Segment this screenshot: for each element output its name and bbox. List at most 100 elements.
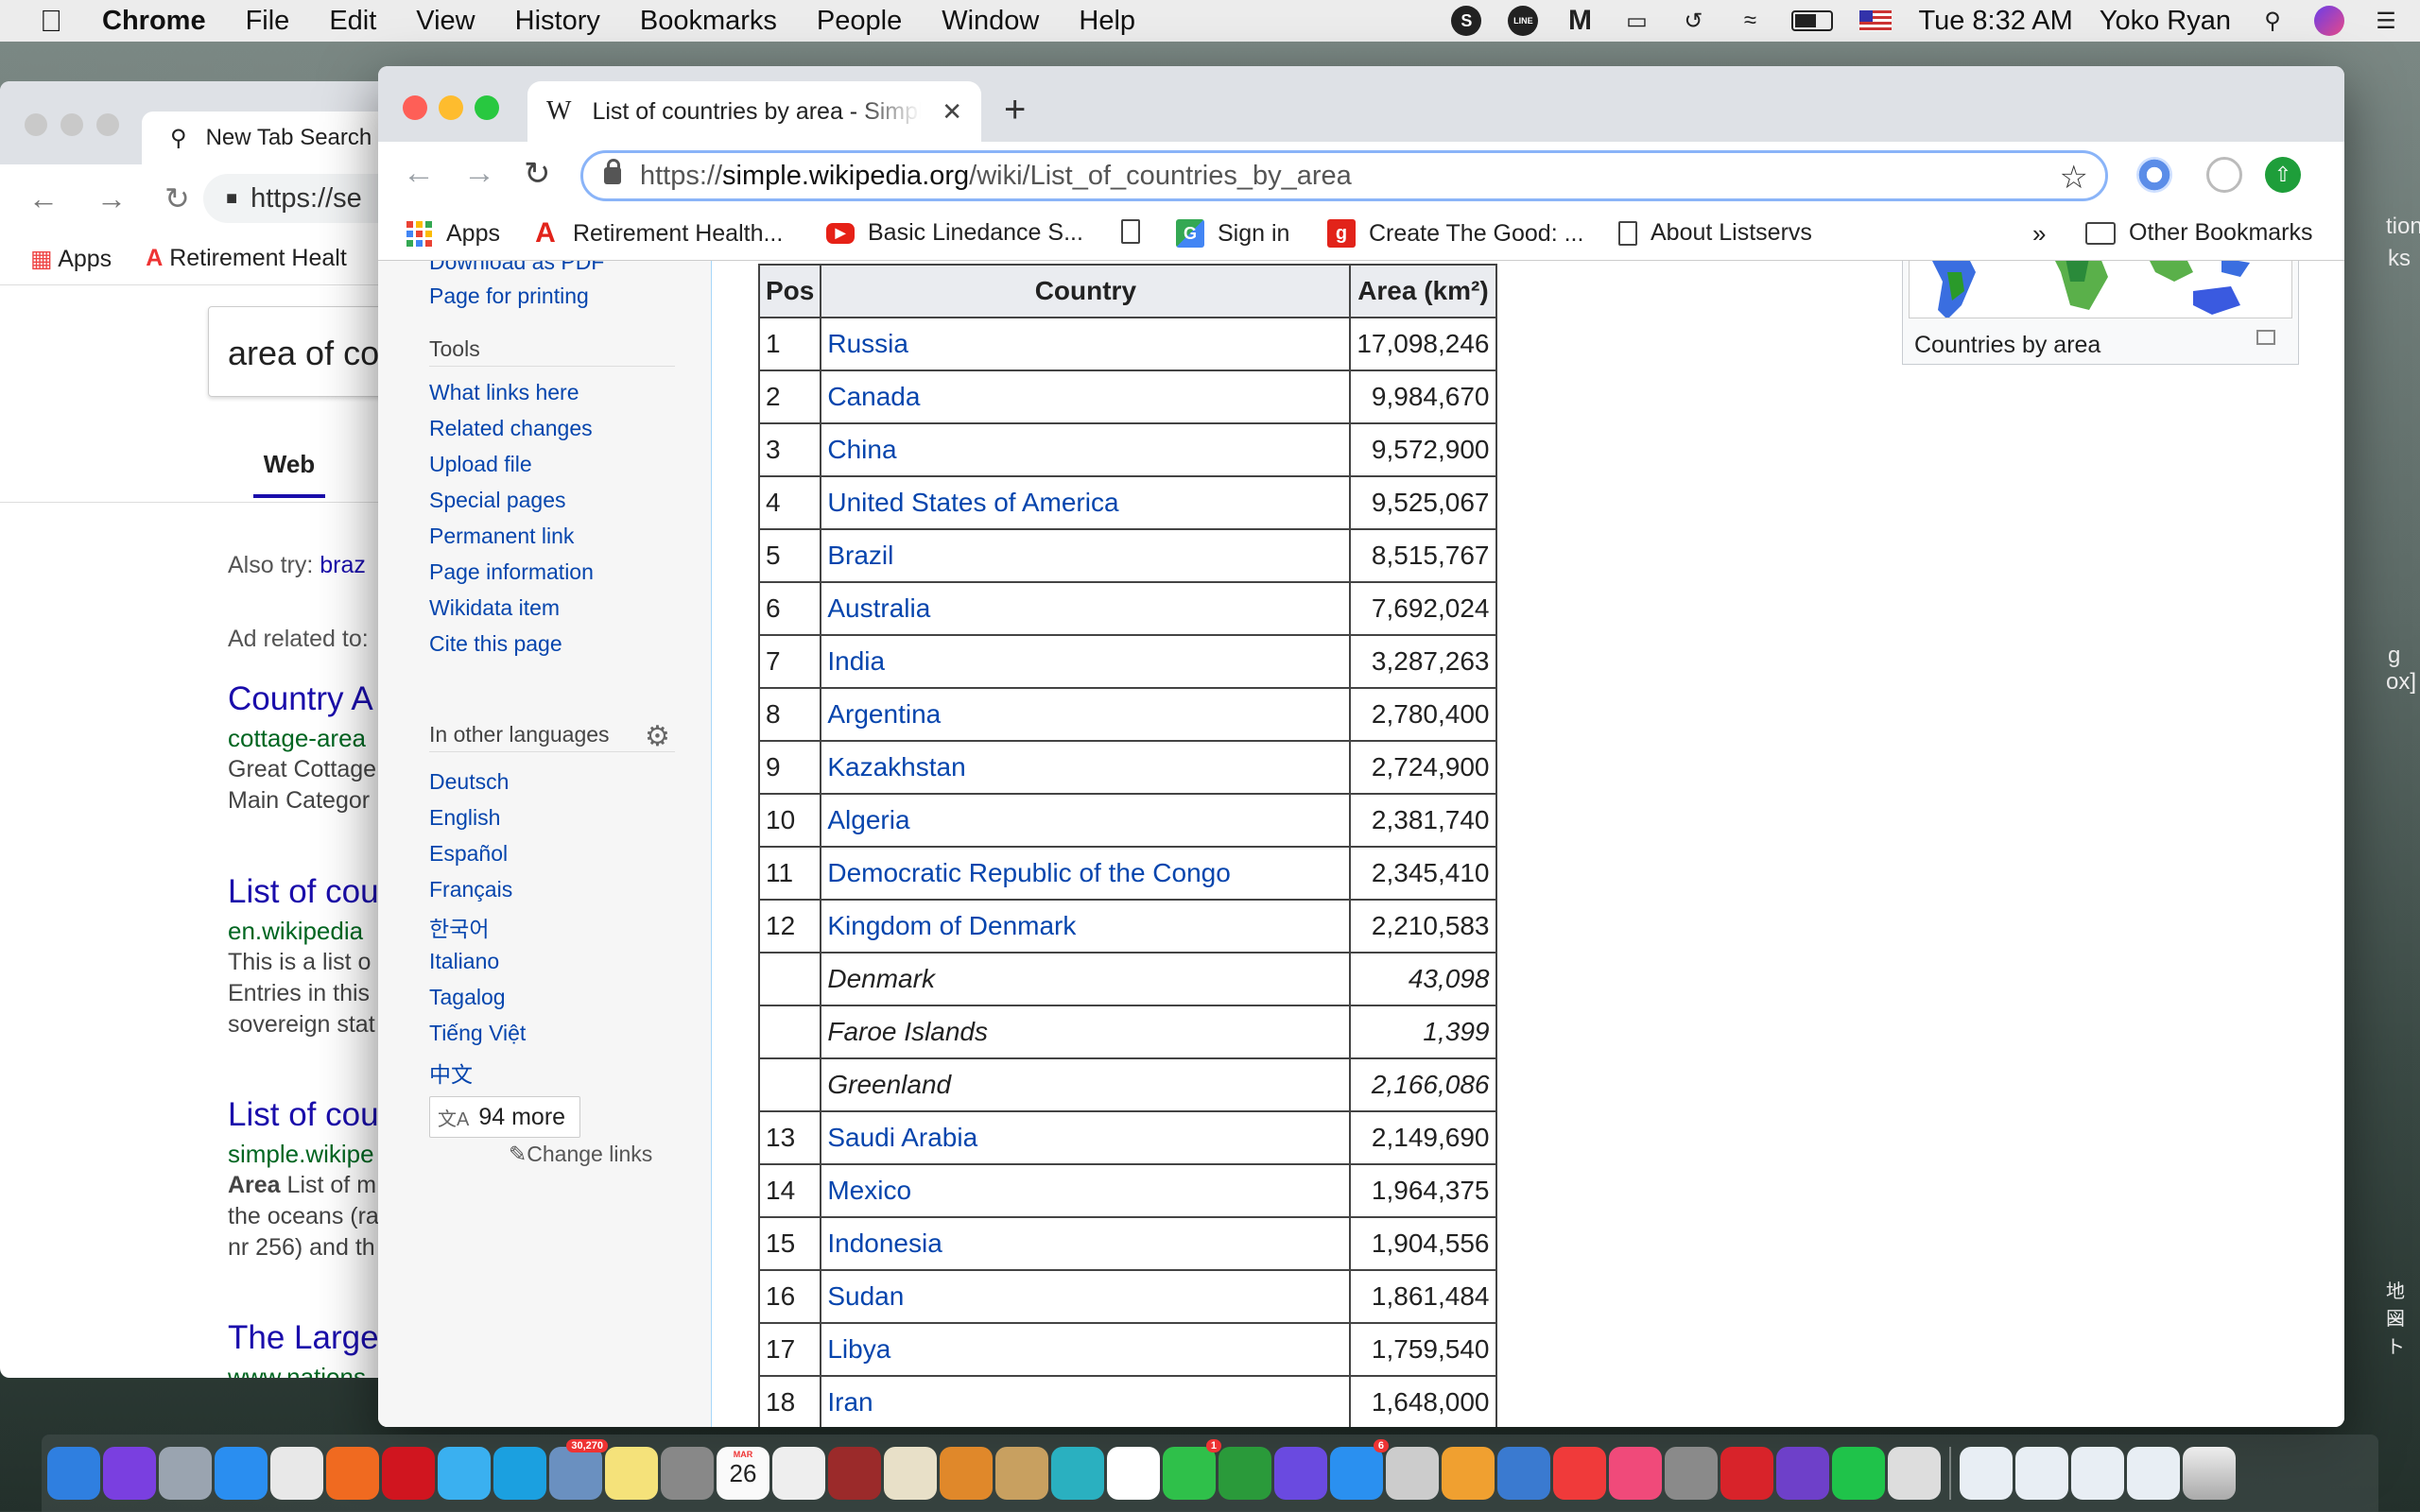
documents-stack-icon[interactable] [2015,1447,2068,1500]
sidebar-link-what-links-here[interactable]: What links here [429,380,579,405]
calendar-dock-icon[interactable]: MAR 26 [717,1447,769,1500]
sidebar-link-related-changes[interactable]: Related changes [429,416,593,441]
sublime-dock-icon[interactable] [940,1447,993,1500]
opera-dock-icon[interactable] [382,1447,435,1500]
skype-dock-icon[interactable] [493,1447,546,1500]
result-title[interactable]: List of cou [228,1096,379,1134]
zoom-window-button[interactable] [475,95,499,120]
malwarebytes-icon[interactable]: M [1564,5,1595,36]
menu-edit[interactable]: Edit [309,6,396,37]
profile-avatar-icon[interactable] [2206,157,2242,193]
github-dock-icon[interactable] [1776,1447,1829,1500]
bg-zoom-button[interactable] [96,113,119,136]
pdf-dock-icon[interactable] [1720,1447,1773,1500]
menu-window[interactable]: Window [922,6,1059,37]
update-arrow-icon[interactable]: ⇧ [2265,157,2301,193]
menu-help[interactable]: Help [1059,6,1155,37]
menubar-user[interactable]: Yoko Ryan [2100,6,2231,37]
sidebar-link-cite-this-page[interactable]: Cite this page [429,631,562,657]
notability-dock-icon[interactable] [1051,1447,1104,1500]
sidebar-link-download-pdf[interactable]: Download as PDF [429,261,604,275]
safari-dock-icon[interactable] [215,1447,268,1500]
minimize-window-button[interactable] [439,95,463,120]
gear-icon[interactable]: ⚙ [645,720,670,753]
country-link[interactable]: Saudi Arabia [827,1123,977,1152]
desktop-stack-icon[interactable] [2071,1447,2124,1500]
forward-arrow-icon[interactable]: → [96,181,127,216]
reload-button[interactable]: ↻ [524,155,551,193]
menu-history[interactable]: History [495,6,620,37]
column-header-country[interactable]: Country [820,264,1352,318]
country-link[interactable]: China [827,435,896,464]
facetime-dock-icon[interactable]: 1 [1163,1439,1221,1500]
airplay-icon[interactable]: ▭ [1621,6,1651,36]
preview-dock-icon[interactable] [884,1447,937,1500]
siri-icon[interactable] [2314,6,2344,36]
apple-menu-icon[interactable]:  [0,4,102,39]
menu-people[interactable]: People [797,6,922,37]
country-link[interactable]: Kazakhstan [827,752,965,782]
result-title[interactable]: List of cou [228,873,379,911]
sidebar-lang-chinese[interactable]: 中文 [429,1057,473,1089]
battery-icon[interactable] [1791,10,1834,31]
line-status-icon[interactable]: LINE [1508,6,1539,36]
sidebar-lang-english[interactable]: English [429,805,500,831]
books-dock-icon[interactable] [995,1447,1048,1500]
chrome-dock-icon[interactable] [270,1447,323,1500]
sidebar-link-upload-file[interactable]: Upload file [429,452,532,477]
wifi-icon[interactable]: ≈ [1735,6,1765,36]
firefox-dock-icon[interactable] [326,1447,379,1500]
system-preferences-dock-icon[interactable] [1665,1447,1718,1500]
column-header-area[interactable]: Area (km²) [1349,264,1497,318]
sidebar-link-permanent-link[interactable]: Permanent link [429,524,574,549]
new-tab-button[interactable]: + [1004,89,1026,131]
menu-bookmarks[interactable]: Bookmarks [620,6,797,37]
extension-icon[interactable] [2136,157,2172,193]
bookmark-retirement-health[interactable]: A Retirement Health... [531,217,783,249]
notes-dock-icon[interactable] [605,1447,658,1500]
tab-list-of-countries[interactable]: W List of countries by area - Simple Eng… [527,81,981,142]
country-link[interactable]: Algeria [827,805,909,834]
close-window-button[interactable] [403,95,427,120]
menu-view[interactable]: View [396,6,494,37]
sidebar-link-special-pages[interactable]: Special pages [429,488,566,513]
column-header-pos[interactable]: Pos [757,264,822,318]
country-link[interactable]: Russia [827,329,908,358]
sidebar-lang-korean[interactable]: 한국어 [429,911,489,943]
sidebar-lang-francais[interactable]: Français [429,877,512,902]
country-link[interactable]: India [827,646,885,676]
bg-minimize-button[interactable] [60,113,83,136]
bookmark-create-the-good[interactable]: g Create The Good: ... [1327,219,1583,248]
launchpad-dock-icon[interactable] [159,1447,212,1500]
screenshots-stack-icon[interactable] [2127,1447,2180,1500]
tab-web[interactable]: Web [253,450,325,498]
siri-dock-icon[interactable] [103,1447,156,1500]
downloads-stack-icon[interactable] [1960,1447,2013,1500]
imovie-dock-icon[interactable] [1274,1447,1327,1500]
sequel-dock-icon[interactable] [1888,1447,1941,1500]
messages-dock-icon[interactable] [438,1447,491,1500]
sidebar-lang-espanol[interactable]: Español [429,841,508,867]
country-link[interactable]: Libya [827,1334,890,1364]
country-link[interactable]: Sudan [827,1281,904,1311]
reload-icon[interactable]: ↻ [164,180,190,216]
country-link[interactable]: United States of America [827,488,1118,517]
keynote-dock-icon[interactable] [1497,1447,1550,1500]
app-menu-chrome[interactable]: Chrome [102,6,226,37]
enlarge-icon[interactable] [2256,330,2275,345]
country-link[interactable]: Brazil [827,541,893,570]
world-map-image[interactable] [1909,261,2292,318]
skype-status-icon[interactable]: S [1451,6,1482,36]
calculator-dock-icon[interactable] [661,1447,714,1500]
time-machine-icon[interactable]: ↺ [1678,6,1708,36]
sidebar-link-wikidata-item[interactable]: Wikidata item [429,595,560,621]
also-try-link[interactable]: braz [320,552,366,578]
bookmark-untitled-document[interactable] [1121,219,1140,244]
country-link[interactable]: Kingdom of Denmark [827,911,1076,940]
sidebar-lang-deutsch[interactable]: Deutsch [429,769,509,795]
sidebar-lang-tagalog[interactable]: Tagalog [429,985,506,1010]
input-source-flag-icon[interactable] [1859,10,1893,31]
more-bookmarks-chevron[interactable]: » [2032,219,2046,249]
forward-button[interactable]: → [463,155,495,192]
appstore-dock-icon[interactable]: 6 [1330,1439,1389,1500]
